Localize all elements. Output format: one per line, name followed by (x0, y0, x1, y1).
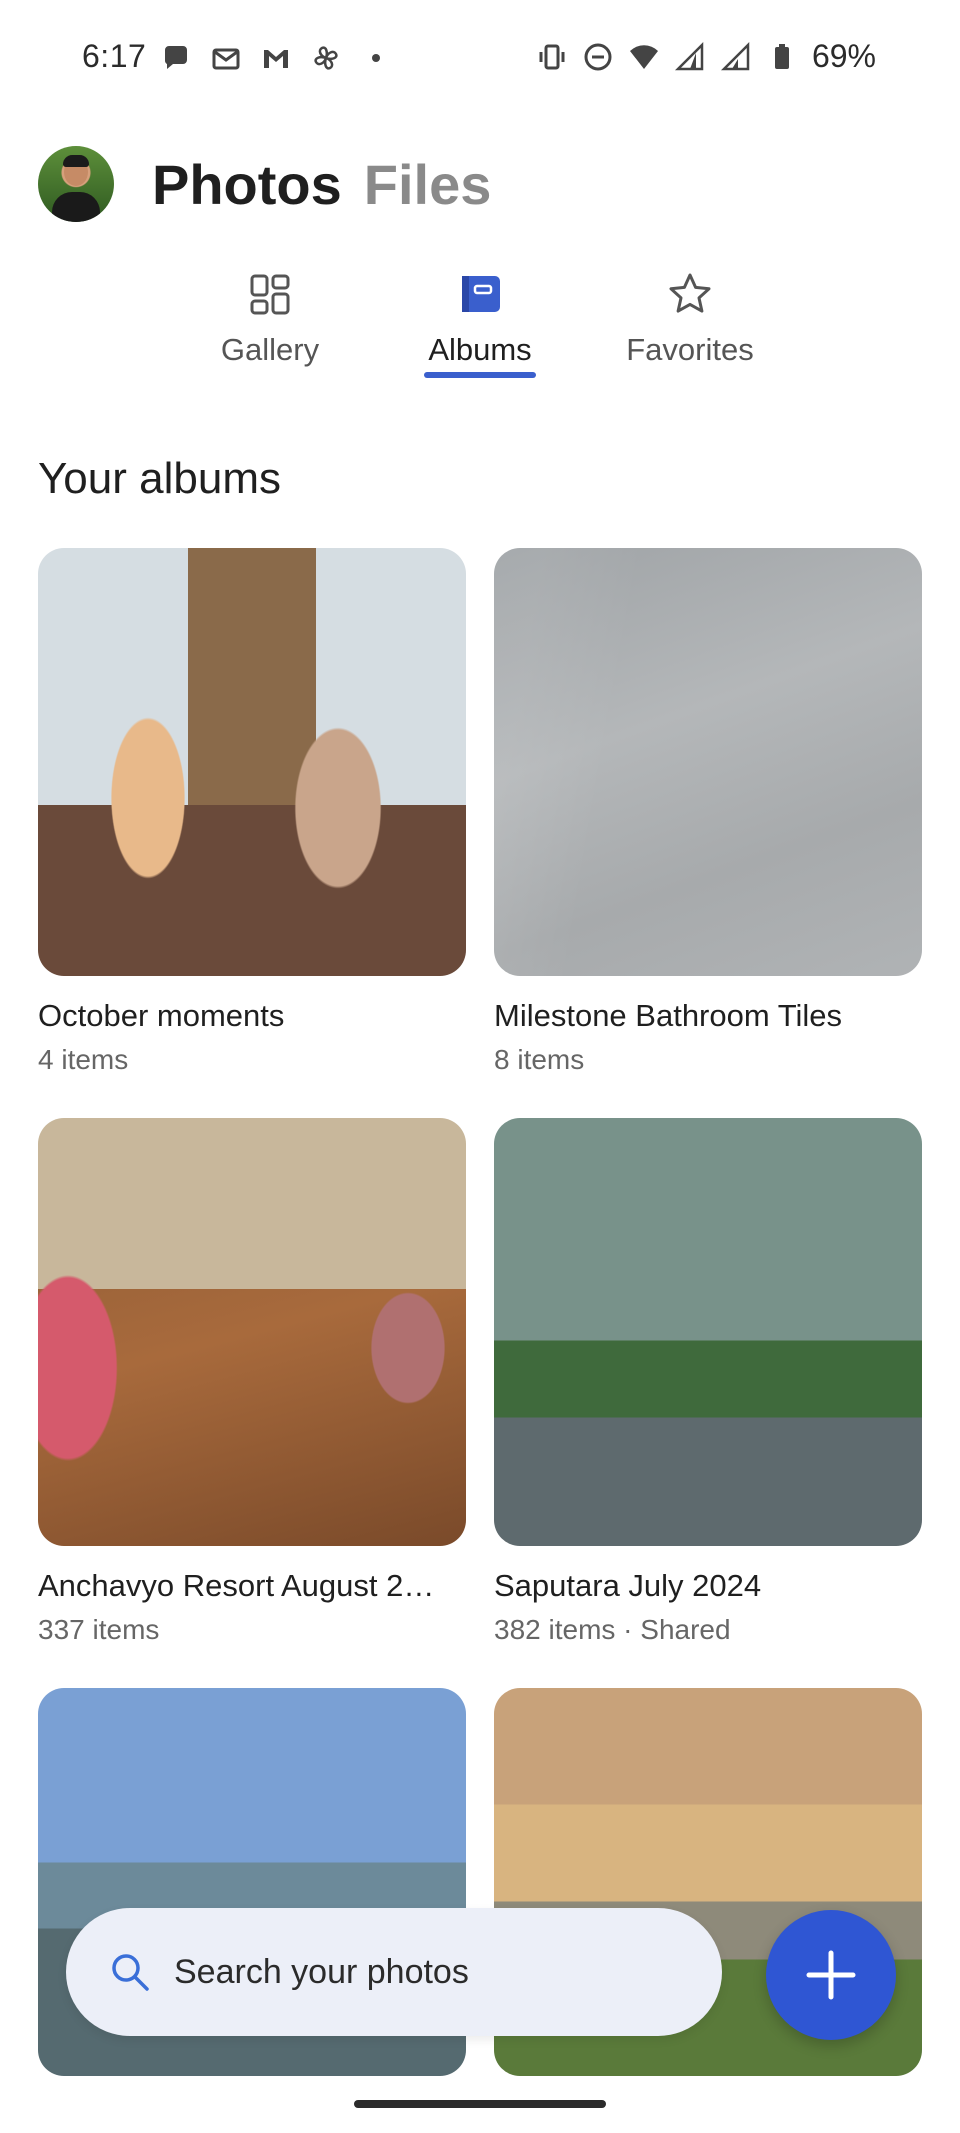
avatar-hair (63, 155, 89, 167)
album-thumbnail[interactable] (38, 1118, 466, 1546)
avatar[interactable] (38, 146, 114, 222)
album-meta: 4 items (38, 1044, 129, 1075)
album-thumbnail[interactable] (38, 548, 466, 976)
star-icon (669, 273, 711, 313)
chat-bubble-icon (165, 46, 187, 69)
search-placeholder: Search your photos (174, 1952, 469, 1991)
app-header: Photos Files (38, 144, 491, 224)
album-card[interactable]: October moments 4 items (38, 548, 466, 1076)
status-bar: 6:17 69% (0, 0, 960, 120)
search-bar[interactable]: Search your photos (66, 1908, 722, 2036)
album-card[interactable]: Saputara July 2024 382 items · Shared (494, 1118, 922, 1646)
gmail-icon (264, 50, 288, 68)
status-right-icons: 69% (536, 38, 876, 75)
pinwheel-icon (314, 46, 338, 70)
tab-favorites[interactable]: Favorites (590, 262, 790, 382)
signal-2-icon (720, 41, 750, 70)
section-heading: Your albums (38, 454, 281, 503)
tab-gallery-label: Gallery (220, 332, 320, 367)
view-tabs: Gallery Albums Favorites (0, 262, 960, 382)
album-card[interactable]: Milestone Bathroom Tiles 8 items (494, 548, 922, 1076)
files-title-tab[interactable]: Files (364, 152, 492, 217)
album-icon (462, 276, 500, 312)
tab-albums-label: Albums (428, 332, 532, 367)
avatar-shirt (52, 192, 100, 222)
notification-icons (160, 42, 392, 74)
tab-favorites-label: Favorites (626, 332, 754, 367)
photos-title-tab[interactable]: Photos (152, 152, 342, 217)
album-meta: 382 items · Shared (494, 1614, 731, 1645)
album-title: Anchavyo Resort August 2… (38, 1568, 435, 1603)
wifi-icon (629, 44, 658, 69)
vibrate-icon (539, 44, 565, 69)
add-album-button[interactable] (766, 1910, 896, 2040)
album-title: October moments (38, 998, 285, 1033)
dot-icon (372, 54, 380, 62)
signal-icon (674, 41, 704, 70)
battery-icon (774, 43, 789, 69)
do-not-disturb-icon (584, 43, 612, 70)
album-title: Milestone Bathroom Tiles (494, 998, 843, 1033)
gesture-navigation-bar[interactable] (354, 2100, 606, 2108)
tab-albums[interactable]: Albums (380, 262, 580, 382)
status-time: 6:17 (82, 38, 147, 74)
grid-icon (250, 274, 290, 315)
album-title: Saputara July 2024 (494, 1568, 762, 1603)
tab-gallery[interactable]: Gallery (170, 262, 370, 382)
search-icon (112, 1954, 149, 1991)
album-card[interactable]: Anchavyo Resort August 2… 337 items (38, 1118, 466, 1646)
album-thumbnail[interactable] (494, 548, 922, 976)
active-tab-indicator (424, 372, 536, 378)
album-meta: 337 items (38, 1614, 160, 1645)
album-thumbnail[interactable] (494, 1118, 922, 1546)
album-meta: 8 items (494, 1044, 585, 1075)
battery-percentage: 69% (811, 38, 876, 74)
mail-notification-icon (212, 48, 240, 70)
plus-icon (806, 1950, 856, 2000)
